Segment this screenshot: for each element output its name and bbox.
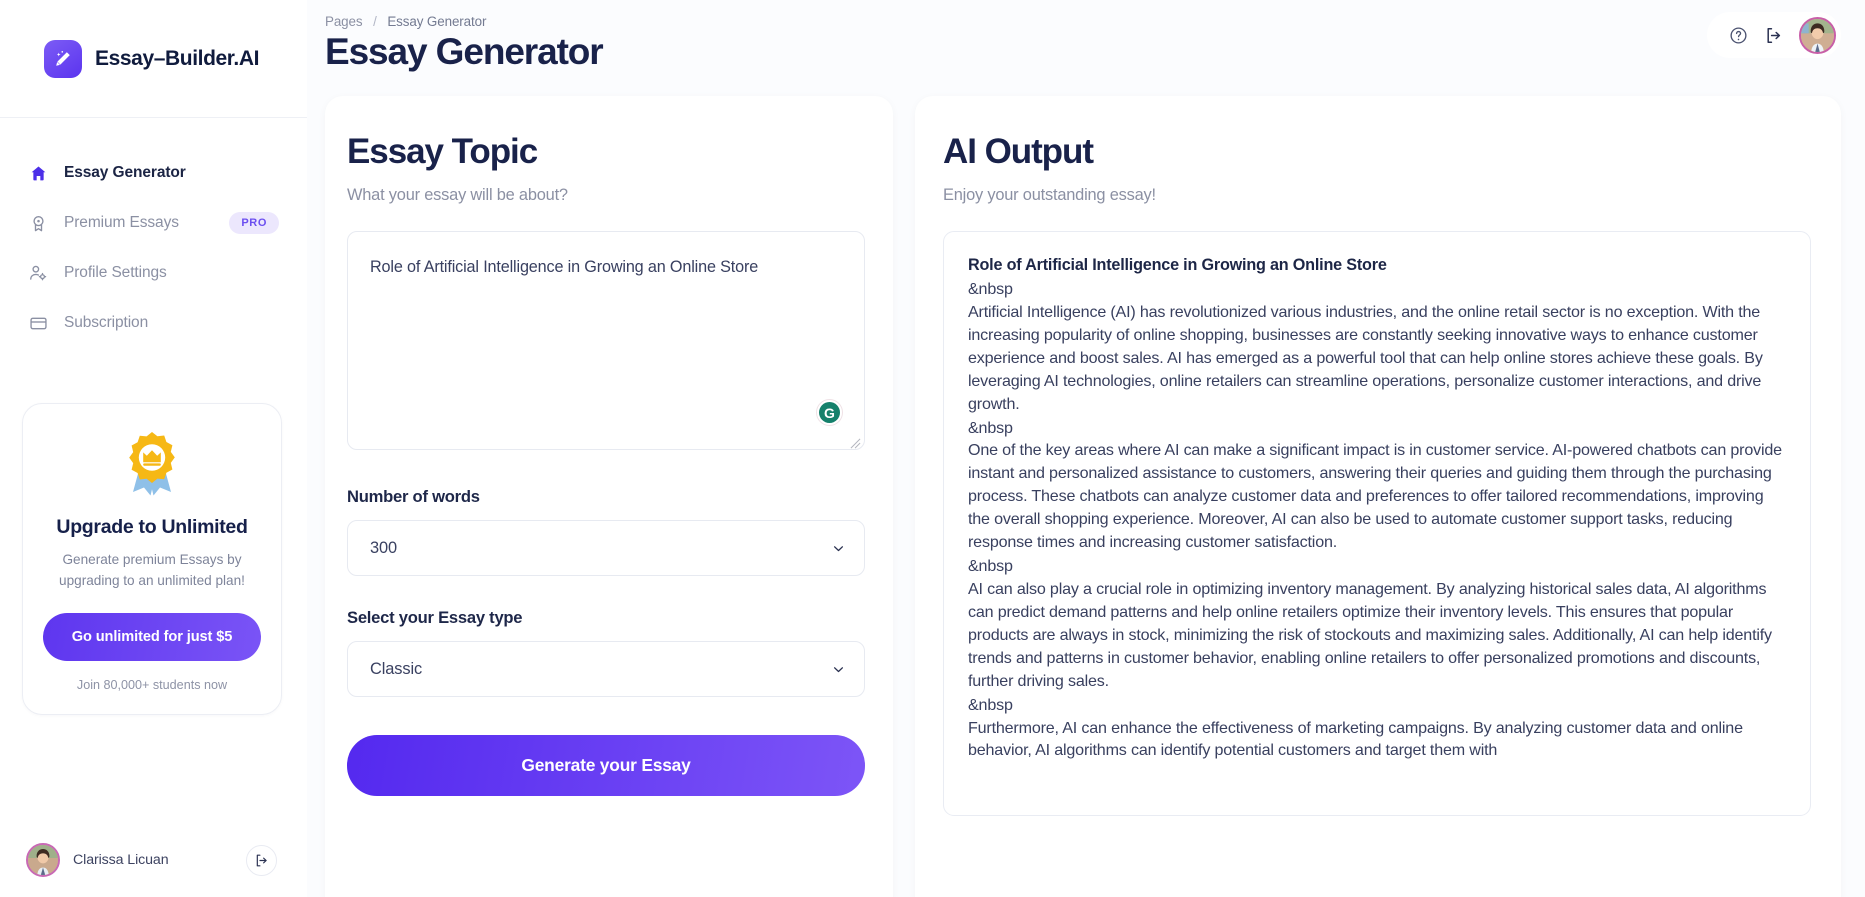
spacer: &nbsp bbox=[968, 418, 1013, 437]
essay-type-value: Classic bbox=[370, 659, 423, 678]
help-circle-icon bbox=[1730, 26, 1747, 44]
grammarly-icon[interactable]: G bbox=[816, 399, 843, 426]
help-button[interactable] bbox=[1729, 26, 1748, 45]
avatar[interactable] bbox=[1799, 16, 1836, 54]
essay-paragraph: AI can also play a crucial role in optim… bbox=[968, 579, 1772, 690]
sidebar-nav: Essay Generator Premium Essays PRO Profi… bbox=[0, 118, 307, 348]
sidebar-item-label: Profile Settings bbox=[64, 264, 167, 281]
breadcrumb-current: Essay Generator bbox=[387, 14, 487, 29]
essay-type-label: Select your Essay type bbox=[347, 608, 523, 627]
go-unlimited-button[interactable]: Go unlimited for just $5 bbox=[43, 613, 261, 662]
sidebar-item-profile-settings[interactable]: Profile Settings bbox=[0, 248, 307, 298]
essay-paragraph: One of the key areas where AI can make a… bbox=[968, 441, 1782, 552]
logout-button[interactable] bbox=[246, 844, 277, 876]
gold-medal-ribbon-icon bbox=[129, 432, 175, 496]
sidebar-item-label: Premium Essays bbox=[64, 214, 179, 231]
grammarly-letter: G bbox=[819, 402, 840, 423]
sidebar-user-row[interactable]: Clarissa Licuan bbox=[18, 835, 289, 885]
user-name: Clarissa Licuan bbox=[73, 852, 169, 868]
essay-topic-subheading: What your essay will be about? bbox=[347, 186, 568, 204]
sidebar-item-subscription[interactable]: Subscription bbox=[0, 298, 307, 348]
chevron-down-icon bbox=[833, 545, 844, 551]
credit-card-icon bbox=[27, 312, 49, 334]
essay-topic-heading: Essay Topic bbox=[347, 132, 538, 171]
essay-title: Role of Artificial Intelligence in Growi… bbox=[968, 256, 1387, 274]
ai-output-heading: AI Output bbox=[943, 132, 1094, 171]
upgrade-card: Upgrade to Unlimited Generate premium Es… bbox=[22, 403, 282, 716]
upgrade-title: Upgrade to Unlimited bbox=[56, 516, 248, 538]
sidebar-item-label: Essay Generator bbox=[64, 164, 186, 181]
pro-badge: PRO bbox=[229, 212, 279, 234]
resize-handle-icon[interactable] bbox=[850, 438, 861, 449]
user-gear-icon bbox=[27, 262, 49, 284]
generate-essay-button[interactable]: Generate your Essay bbox=[347, 735, 865, 796]
logout-icon bbox=[1767, 27, 1781, 43]
word-count-value: 300 bbox=[370, 538, 398, 557]
sidebar-item-premium-essays[interactable]: Premium Essays PRO bbox=[0, 198, 307, 248]
sidebar-item-essay-generator[interactable]: Essay Generator bbox=[0, 148, 307, 198]
essay-paragraph: Artificial Intelligence (AI) has revolut… bbox=[968, 302, 1763, 413]
breadcrumb: Pages / Essay Generator bbox=[325, 14, 603, 29]
magic-wand-icon bbox=[44, 39, 82, 78]
essay-paragraph: Furthermore, AI can enhance the effectiv… bbox=[968, 718, 1743, 760]
header-logout-button[interactable] bbox=[1764, 26, 1783, 45]
essay-topic-panel: Essay Topic What your essay will be abou… bbox=[325, 96, 893, 897]
brand-name: Essay–Builder.AI bbox=[95, 46, 260, 70]
logout-icon bbox=[256, 854, 267, 866]
main-area: Pages / Essay Generator Essay Generator bbox=[307, 0, 1865, 897]
avatar[interactable] bbox=[26, 843, 60, 877]
breadcrumb-separator: / bbox=[373, 14, 377, 29]
brand-logo[interactable]: Essay–Builder.AI bbox=[0, 0, 307, 118]
upgrade-footnote: Join 80,000+ students now bbox=[76, 678, 228, 693]
spacer: &nbsp bbox=[968, 695, 1013, 714]
essay-topic-input[interactable] bbox=[347, 231, 865, 450]
home-icon bbox=[27, 162, 49, 184]
word-count-select[interactable]: 300 bbox=[347, 520, 865, 576]
sidebar: Essay–Builder.AI Essay Generator Premium… bbox=[0, 0, 307, 897]
essay-type-select[interactable]: Classic bbox=[347, 641, 865, 697]
app-root: Essay–Builder.AI Essay Generator Premium… bbox=[0, 0, 1865, 897]
page-title: Essay Generator bbox=[325, 31, 604, 72]
topic-input-wrap: G bbox=[347, 231, 865, 455]
panels: Essay Topic What your essay will be abou… bbox=[307, 96, 1865, 897]
topbar-actions bbox=[1707, 12, 1841, 58]
sidebar-item-label: Subscription bbox=[64, 314, 149, 331]
chevron-down-icon bbox=[833, 666, 844, 672]
breadcrumb-parent[interactable]: Pages bbox=[325, 14, 363, 29]
spacer: &nbsp bbox=[968, 557, 1013, 576]
award-badge-icon bbox=[27, 212, 49, 234]
ai-output-panel: AI Output Enjoy your outstanding essay! … bbox=[915, 96, 1841, 897]
upgrade-description: Generate premium Essays by upgrading to … bbox=[59, 552, 245, 588]
topbar: Pages / Essay Generator Essay Generator bbox=[307, 0, 1865, 96]
ai-output-text[interactable]: Role of Artificial Intelligence in Growi… bbox=[943, 231, 1811, 816]
spacer: &nbsp bbox=[968, 280, 1013, 298]
ai-output-subheading: Enjoy your outstanding essay! bbox=[943, 186, 1156, 204]
word-count-label: Number of words bbox=[347, 487, 480, 506]
